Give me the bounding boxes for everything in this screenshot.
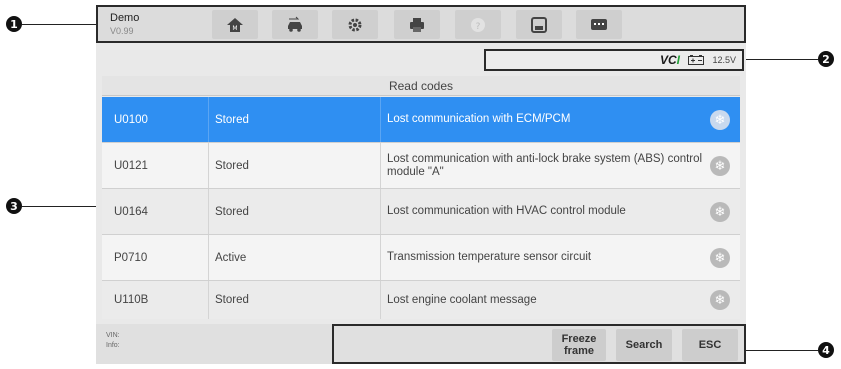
dtc-row[interactable]: U110B Stored Lost engine coolant message… (102, 281, 740, 319)
data-logging-button[interactable] (576, 10, 622, 39)
print-button[interactable] (394, 10, 440, 39)
save-icon (531, 16, 547, 33)
freeze-frame-button[interactable]: Freeze frame (552, 329, 606, 361)
callout-2: 2 (818, 51, 834, 67)
home-button[interactable]: M (212, 10, 258, 39)
dtc-status: Stored (208, 189, 368, 234)
svg-text:M: M (232, 25, 237, 32)
dtc-description: Lost engine coolant message (380, 281, 710, 319)
app-name: Demo (110, 12, 140, 24)
dtc-status: Stored (208, 281, 368, 319)
callout-1: 1 (6, 16, 22, 32)
dtc-status: Stored (208, 97, 368, 142)
freeze-frame-icon[interactable]: ❄ (710, 248, 730, 268)
battery-voltage: 12.5V (712, 55, 736, 65)
dtc-code: U0121 (114, 159, 148, 172)
vin-label: VIN: (106, 332, 120, 339)
vehicle-swap-button[interactable] (272, 10, 318, 39)
callout-4-leader (744, 350, 818, 351)
dtc-list: U0100 Stored Lost communication with ECM… (102, 97, 740, 319)
dtc-row[interactable]: P0710 Active Transmission temperature se… (102, 235, 740, 281)
vehicle-swap-icon (288, 16, 302, 32)
function-buttons: Freeze frame Search ESC (332, 324, 746, 364)
function-bar: VIN: Info: Freeze frame Search ESC (96, 324, 746, 364)
help-button[interactable]: ? (455, 10, 501, 39)
dtc-row[interactable]: U0164 Stored Lost communication with HVA… (102, 189, 740, 235)
data-logging-icon (591, 18, 607, 30)
save-button[interactable] (516, 10, 562, 39)
dtc-description: Lost communication with HVAC control mod… (380, 189, 710, 234)
settings-button[interactable] (332, 10, 378, 39)
home-icon: M (227, 17, 243, 32)
callout-4: 4 (818, 342, 834, 358)
dtc-status: Stored (208, 143, 368, 188)
dtc-description: Lost communication with anti-lock brake … (380, 143, 710, 188)
freeze-frame-icon[interactable]: ❄ (710, 202, 730, 222)
esc-button[interactable]: ESC (682, 329, 738, 361)
app-version: V0.99 (110, 26, 134, 36)
dtc-description: Lost communication with ECM/PCM (380, 97, 710, 142)
status-bar: VCI 12.5V (484, 49, 744, 71)
diagnostic-screen: Demo V0.99 M ? VCI 12.5V Read codes U010… (96, 5, 746, 364)
freeze-frame-icon[interactable]: ❄ (710, 290, 730, 310)
vci-indicator: VCI (659, 53, 680, 67)
dtc-code: U0164 (114, 205, 148, 218)
battery-icon (688, 55, 704, 65)
callout-2-leader (744, 59, 818, 60)
dtc-code: P0710 (114, 251, 148, 264)
callout-3-leader (22, 206, 102, 207)
search-button[interactable]: Search (616, 329, 672, 361)
info-label: Info: (106, 342, 120, 349)
freeze-frame-icon[interactable]: ❄ (710, 110, 730, 130)
dtc-status: Active (208, 235, 368, 280)
dtc-code: U110B (114, 294, 149, 306)
settings-icon (348, 18, 362, 31)
dtc-code: U0100 (114, 113, 148, 126)
dtc-row[interactable]: U0100 Stored Lost communication with ECM… (102, 97, 740, 143)
dtc-description: Transmission temperature sensor circuit (380, 235, 710, 280)
help-icon: ? (471, 17, 485, 32)
dtc-row[interactable]: U0121 Stored Lost communication with ant… (102, 143, 740, 189)
page-title: Read codes (102, 76, 740, 96)
svg-text:?: ? (476, 22, 481, 32)
print-icon (410, 17, 424, 32)
top-toolbar: Demo V0.99 M ? (96, 5, 746, 43)
callout-3: 3 (6, 198, 22, 214)
callout-1-leader (22, 24, 98, 25)
freeze-frame-icon[interactable]: ❄ (710, 156, 730, 176)
